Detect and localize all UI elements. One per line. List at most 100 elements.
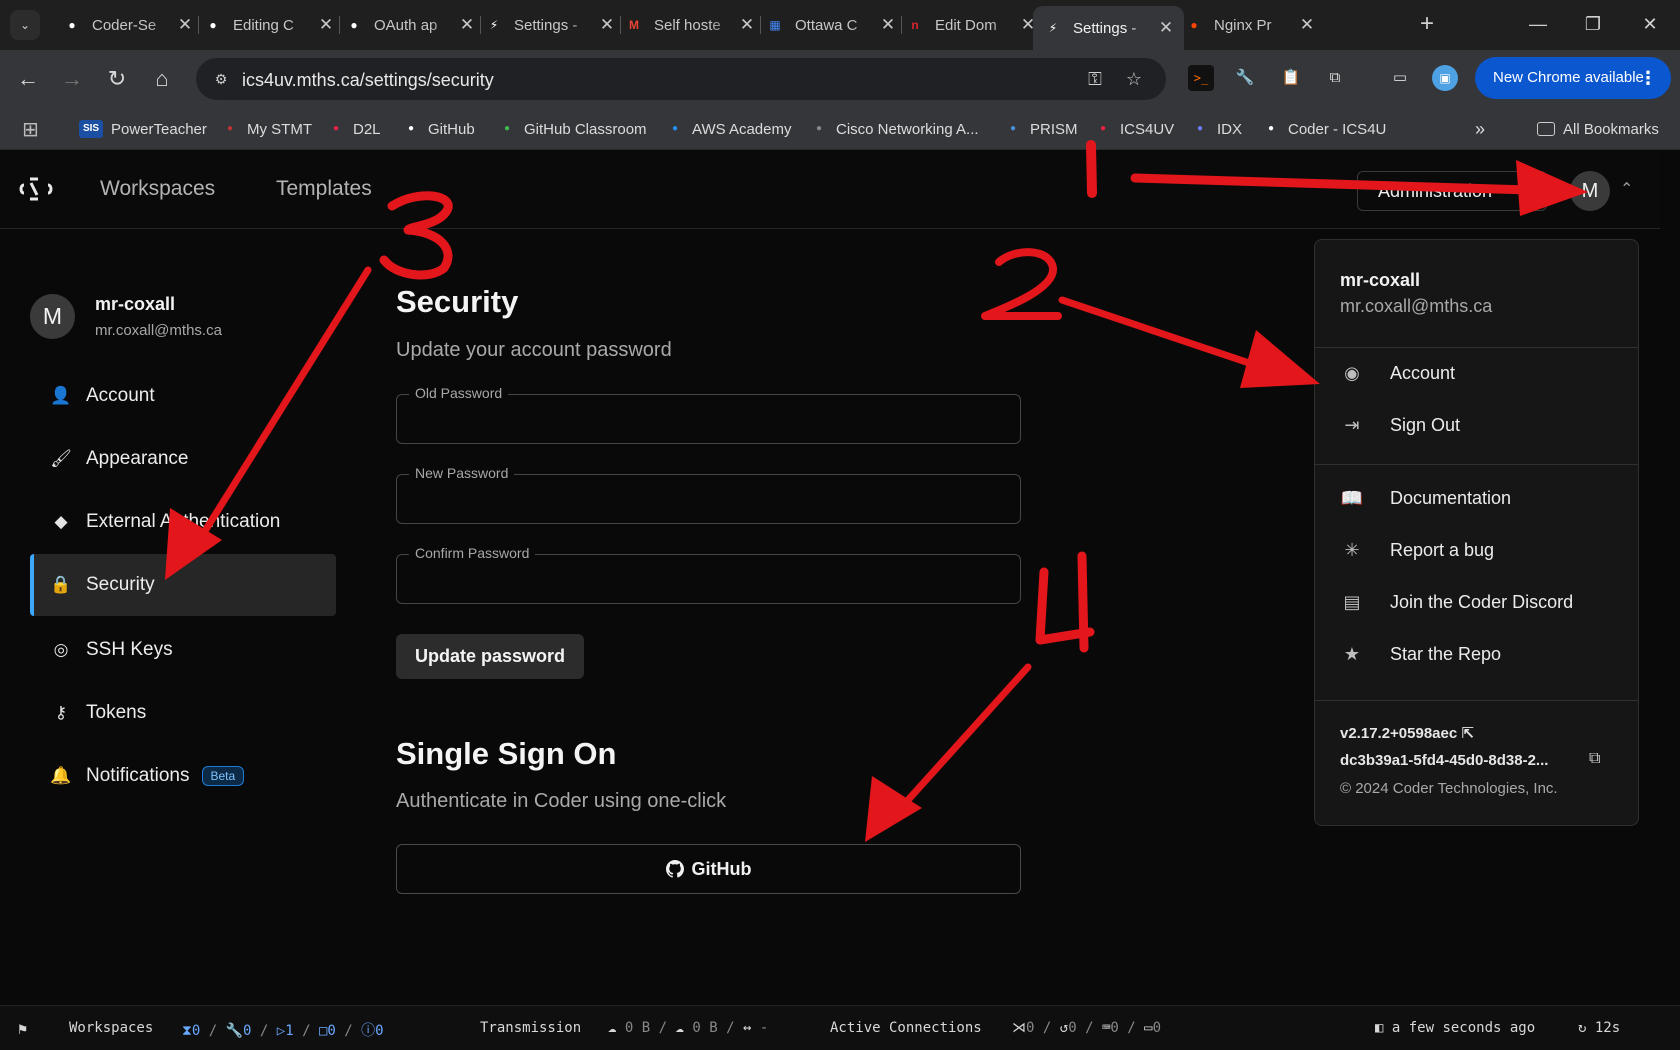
confirm-password-input[interactable]: [411, 567, 1001, 591]
bookmark-item[interactable]: ● GitHub Classroom: [498, 118, 647, 140]
update-password-button[interactable]: Update password: [396, 634, 584, 679]
bookmark-label: Cisco Networking A...: [836, 120, 979, 138]
sidebar-item-appearance[interactable]: 🖌 Appearance: [30, 428, 336, 490]
menu-item-star-the-repo[interactable]: ★ Star the Repo: [1340, 639, 1620, 669]
minimize-button[interactable]: —: [1515, 8, 1561, 40]
status-workspaces-label[interactable]: Workspaces: [69, 1020, 153, 1036]
more-bookmarks-icon[interactable]: »: [1475, 118, 1485, 140]
bookmark-item[interactable]: ● Cisco Networking A...: [810, 118, 979, 140]
connection-counts[interactable]: ⋊0 / ↺0 / ⌨0 / ▭0: [1012, 1020, 1161, 1036]
close-tab-icon[interactable]: ✕: [880, 15, 896, 35]
last-updated[interactable]: ◧ a few seconds ago: [1375, 1020, 1535, 1036]
bookmark-star-icon[interactable]: ☆: [1121, 67, 1147, 91]
menu-item-sign-out[interactable]: ⇥ Sign Out: [1340, 410, 1620, 440]
home-button[interactable]: ⌂: [146, 63, 178, 95]
new-password-field[interactable]: New Password: [396, 465, 1021, 524]
github-icon: [665, 860, 684, 878]
apps-grid-icon[interactable]: ⊞: [22, 118, 39, 141]
browser-tab[interactable]: ⚡ Settings - ✕: [1033, 6, 1184, 50]
clipboard-extension-icon[interactable]: 📋: [1278, 65, 1304, 91]
close-tab-icon[interactable]: ✕: [1158, 18, 1174, 38]
transmission-counts[interactable]: ☁ 0 B / ☁ 0 B / ↔ -: [608, 1020, 768, 1036]
bookmark-item[interactable]: ● AWS Academy: [666, 118, 792, 140]
refresh-interval[interactable]: ↻ 12s: [1578, 1020, 1620, 1036]
stopped-count: 0: [327, 1023, 336, 1039]
status-transmission-label[interactable]: Transmission: [480, 1020, 581, 1036]
tab-title: OAuth ap: [374, 16, 438, 34]
close-tab-icon[interactable]: ✕: [1299, 15, 1315, 35]
workspace-counts[interactable]: ⧗0 / 🔧0 / ▷1 / □0 / ⓘ0: [182, 1020, 384, 1040]
reload-button[interactable]: ↻: [101, 63, 133, 95]
tx-latency: -: [759, 1020, 769, 1036]
close-tab-icon[interactable]: ✕: [177, 15, 193, 35]
url-text[interactable]: ics4uv.mths.ca/settings/security: [242, 70, 494, 91]
cast-icon[interactable]: ▭: [1387, 65, 1413, 91]
browser-tab[interactable]: ● Coder-Se ✕: [52, 6, 203, 44]
github-sso-button[interactable]: GitHub: [396, 844, 1021, 894]
bookmark-label: GitHub: [428, 120, 475, 138]
profile-extension-icon[interactable]: ▣: [1432, 65, 1458, 91]
old-password-field[interactable]: Old Password: [396, 385, 1021, 444]
back-button[interactable]: ←: [12, 63, 44, 95]
confirm-password-field[interactable]: Confirm Password: [396, 545, 1021, 604]
browser-tab[interactable]: ● OAuth ap ✕: [334, 6, 485, 44]
sidebar-item-ssh-keys[interactable]: ◎ SSH Keys: [30, 619, 336, 681]
bookmark-item[interactable]: ● D2L: [327, 118, 381, 140]
error-icon: ⓘ: [361, 1023, 376, 1039]
tab-search-button[interactable]: ⌄: [10, 10, 40, 40]
sidebar-item-account[interactable]: 👤 Account: [30, 365, 336, 427]
browser-tab[interactable]: M Self hoste ✕: [614, 6, 765, 44]
wrench-extension-icon[interactable]: 🔧: [1232, 65, 1258, 91]
extensions-icon[interactable]: ⧉: [1322, 65, 1348, 91]
forward-button[interactable]: →: [56, 63, 88, 95]
old-password-input[interactable]: [411, 407, 1001, 431]
address-bar[interactable]: ⚙ ics4uv.mths.ca/settings/security ⚿ ☆: [196, 58, 1166, 100]
new-tab-button[interactable]: +: [1412, 10, 1442, 40]
sidebar-item-external-authentication[interactable]: ◆ External Authentication: [30, 491, 336, 553]
close-window-button[interactable]: ✕: [1627, 8, 1673, 40]
chrome-menu-icon[interactable]: ⋮: [1639, 57, 1657, 99]
close-tab-icon[interactable]: ✕: [318, 15, 334, 35]
coder-status-icon[interactable]: ⚑: [18, 1020, 27, 1038]
browser-tab[interactable]: ⚡ Settings - ✕: [474, 6, 625, 44]
status-active-connections-label[interactable]: Active Connections: [830, 1020, 982, 1036]
menu-item-join-the-coder-discord[interactable]: ▤ Join the Coder Discord: [1340, 587, 1620, 617]
bookmark-item[interactable]: SIS PowerTeacher: [79, 118, 207, 140]
close-tab-icon[interactable]: ✕: [739, 15, 755, 35]
sidebar-item-tokens[interactable]: ⚷ Tokens: [30, 682, 336, 744]
menu-item-documentation[interactable]: 📖 Documentation: [1340, 483, 1620, 513]
browser-tab[interactable]: ● Nginx Pr ✕: [1174, 6, 1325, 44]
close-tab-icon[interactable]: ✕: [459, 15, 475, 35]
password-key-icon[interactable]: ⚿: [1082, 67, 1108, 91]
browser-tab[interactable]: ● Editing C ✕: [193, 6, 344, 44]
nav-workspaces-link[interactable]: Workspaces: [100, 177, 215, 201]
bookmark-item[interactable]: ● Coder - ICS4U: [1262, 118, 1386, 140]
folder-icon: [1537, 122, 1555, 136]
all-bookmarks-folder[interactable]: All Bookmarks: [1537, 118, 1659, 140]
site-info-icon[interactable]: ⚙: [210, 68, 232, 90]
bookmark-item[interactable]: ● IDX: [1191, 118, 1242, 140]
restore-button[interactable]: ❐: [1570, 8, 1616, 40]
chevron-up-icon[interactable]: ⌃: [1620, 179, 1633, 199]
menu-item-account[interactable]: ◉ Account: [1340, 358, 1620, 388]
bookmark-item[interactable]: ● ICS4UV: [1094, 118, 1174, 140]
browser-tab[interactable]: n Edit Dom ✕: [895, 6, 1046, 44]
bookmark-item[interactable]: ● PRISM: [1004, 118, 1078, 140]
play-icon: ▷: [276, 1023, 286, 1039]
coder-logo-icon[interactable]: [18, 173, 54, 205]
version-link[interactable]: v2.17.2+0598aec ⇱: [1340, 724, 1474, 742]
terminal-extension-icon[interactable]: >_: [1188, 65, 1214, 91]
browser-tab[interactable]: ▦ Ottawa C ✕: [755, 6, 906, 44]
close-tab-icon[interactable]: ✕: [599, 15, 615, 35]
administration-button[interactable]: Administration ⌄: [1357, 171, 1547, 211]
chrome-update-button[interactable]: New Chrome available ⋮: [1475, 57, 1671, 99]
nav-templates-link[interactable]: Templates: [276, 177, 372, 201]
bookmark-item[interactable]: ● GitHub: [402, 118, 475, 140]
new-password-input[interactable]: [411, 487, 1001, 511]
menu-item-report-a-bug[interactable]: ✳ Report a bug: [1340, 535, 1620, 565]
sidebar-item-security[interactable]: 🔒 Security: [30, 554, 336, 616]
user-avatar-button[interactable]: M: [1570, 171, 1610, 211]
sidebar-item-notifications[interactable]: 🔔 Notifications Beta: [30, 745, 336, 807]
copy-icon[interactable]: ⧉: [1589, 750, 1600, 768]
bookmark-item[interactable]: ● My STMT: [221, 118, 312, 140]
